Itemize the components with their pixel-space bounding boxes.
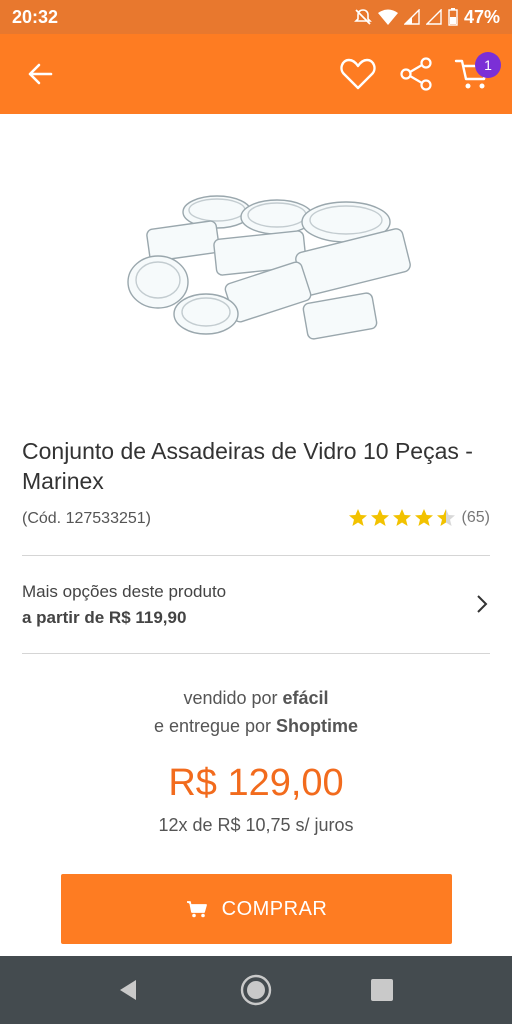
cart-count-badge[interactable]: 1 xyxy=(475,52,501,78)
wifi-icon xyxy=(377,9,398,25)
star-icon xyxy=(348,509,367,526)
chevron-right-icon xyxy=(477,595,488,613)
cart-icon xyxy=(186,901,207,918)
product-price: R$ 129,00 xyxy=(168,762,344,804)
status-icons: 47% xyxy=(354,7,500,28)
more-options-label: Mais opções deste produto xyxy=(22,582,227,601)
favorite-button[interactable] xyxy=(336,52,380,96)
battery-icon xyxy=(448,8,458,26)
status-time: 20:32 xyxy=(12,6,59,27)
app-bar xyxy=(0,34,512,114)
installments-text: 12x de R$ 10,75 s/ juros xyxy=(158,815,354,835)
star-half-icon xyxy=(436,509,455,526)
share-button[interactable] xyxy=(394,52,438,96)
system-nav-bar xyxy=(0,956,512,1024)
product-rating[interactable]: (65) xyxy=(348,508,490,528)
heart-icon xyxy=(340,58,376,90)
delivered-by-name: Shoptime xyxy=(276,716,359,736)
nav-recents-icon[interactable] xyxy=(370,978,394,1002)
signal-icon-2 xyxy=(425,9,442,25)
mute-icon xyxy=(354,9,372,25)
delivered-by-prefix: e entregue por xyxy=(153,716,272,736)
sold-by-prefix: vendido por xyxy=(183,688,278,708)
more-options-price: a partir de R$ 119,90 xyxy=(22,608,187,627)
nav-home-icon[interactable] xyxy=(240,974,272,1006)
star-icon xyxy=(414,509,433,526)
signal-icon xyxy=(403,9,420,25)
share-icon xyxy=(400,57,432,91)
arrow-left-icon xyxy=(28,63,53,85)
star-icon xyxy=(370,509,389,526)
product-image[interactable] xyxy=(120,180,420,360)
product-code: (Cód. 127533251) xyxy=(22,510,151,527)
status-bar: 20:32 47% xyxy=(0,0,512,34)
buy-button[interactable]: COMPRAR xyxy=(61,874,452,944)
seller-info: vendido por efácil e entregue por Shopti… xyxy=(0,684,512,740)
buy-button-label: COMPRAR xyxy=(221,897,328,920)
star-icon xyxy=(392,509,411,526)
back-button[interactable] xyxy=(20,54,60,94)
more-options-row[interactable]: Mais opções deste produto a partir de R$… xyxy=(0,556,512,653)
product-title: Conjunto de Assadeiras de Vidro 10 Peças… xyxy=(22,438,473,494)
nav-back-icon[interactable] xyxy=(114,976,142,1004)
battery-level: 47% xyxy=(463,6,500,27)
rating-count: (65) xyxy=(461,509,490,526)
divider xyxy=(22,653,490,654)
sold-by-name[interactable]: efácil xyxy=(283,688,329,708)
